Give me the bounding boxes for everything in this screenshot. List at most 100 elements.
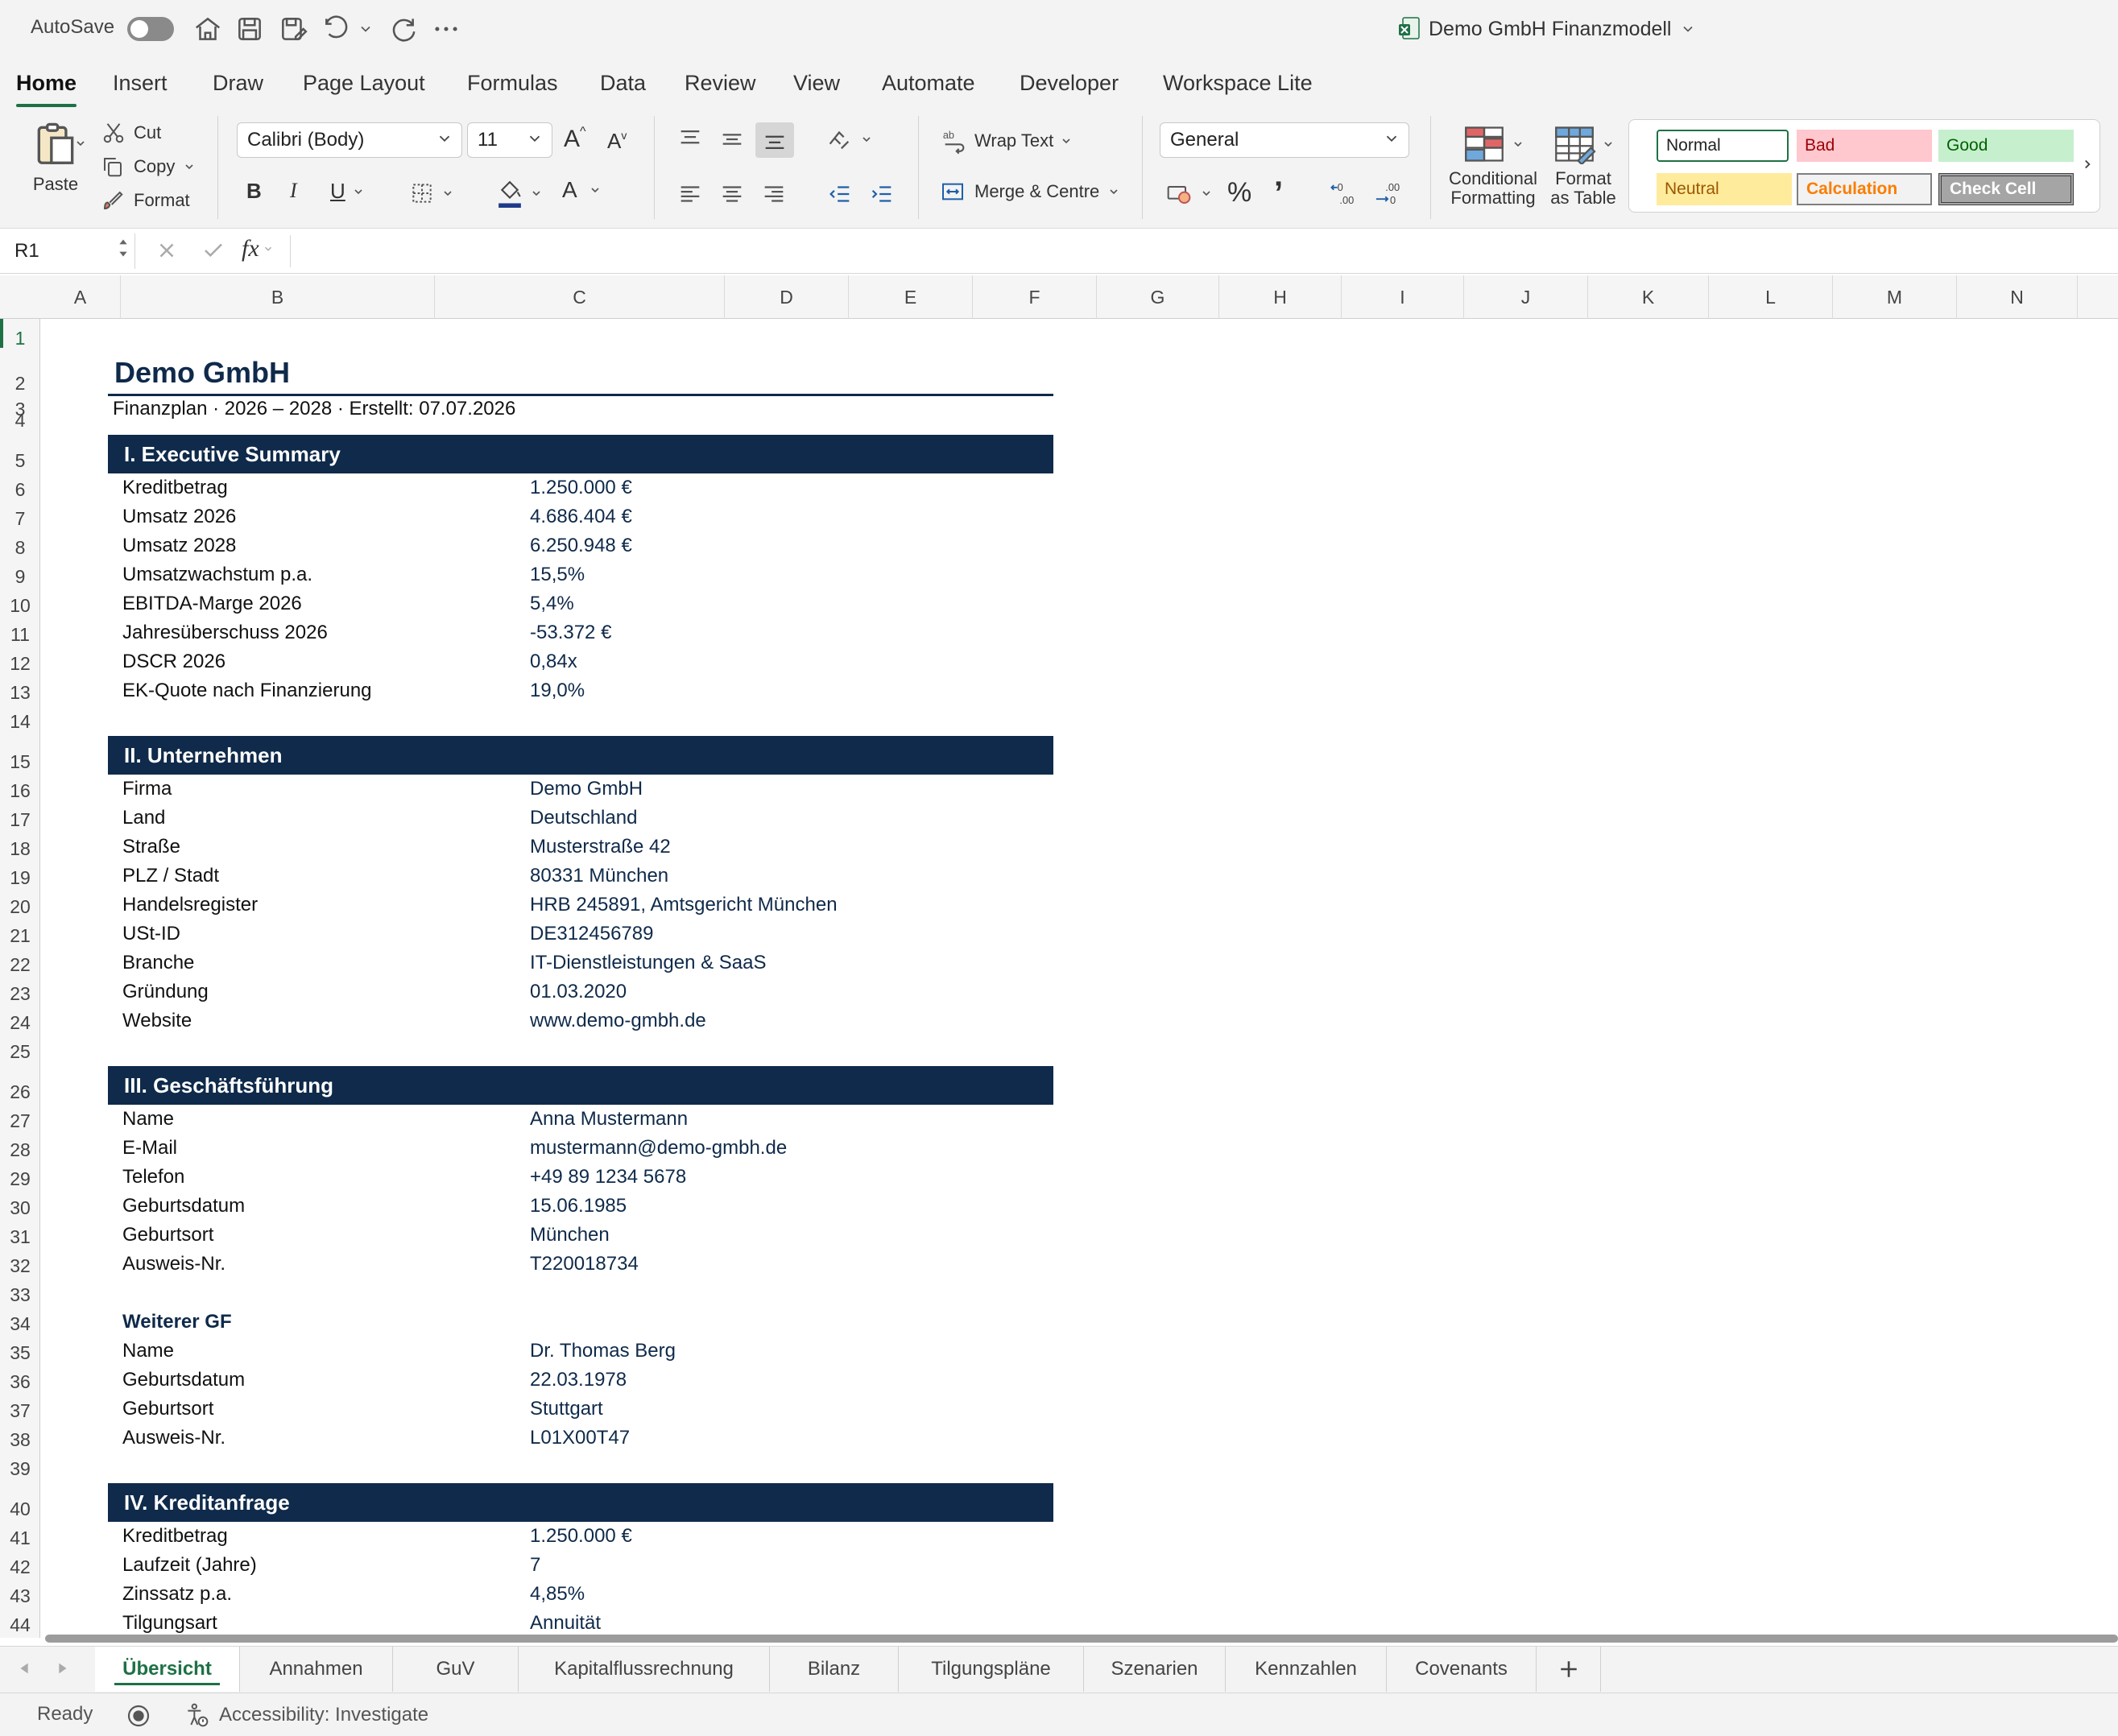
column-header[interactable]: F xyxy=(973,275,1097,319)
column-header[interactable]: N xyxy=(1957,275,2078,319)
row-label[interactable]: Straße xyxy=(122,833,428,862)
align-bottom-button[interactable] xyxy=(755,122,794,158)
row-label[interactable]: USt-ID xyxy=(122,920,428,949)
row-label[interactable]: Laufzeit (Jahre) xyxy=(122,1551,428,1580)
section-header[interactable]: I. Executive Summary xyxy=(108,435,1053,473)
sheet-tab-kennzahlen[interactable]: Kennzahlen xyxy=(1226,1647,1387,1692)
row-label[interactable]: Ausweis-Nr. xyxy=(122,1250,428,1279)
row-header[interactable]: 41 xyxy=(0,1522,40,1551)
row-value[interactable]: www.demo-gmbh.de xyxy=(530,1006,1045,1035)
row-header[interactable]: 6 xyxy=(0,473,40,502)
tab-developer[interactable]: Developer xyxy=(1020,71,1119,96)
row-header[interactable]: 44 xyxy=(0,1609,40,1638)
row-header[interactable]: 39 xyxy=(0,1453,40,1482)
tab-review[interactable]: Review xyxy=(685,71,756,96)
row-value[interactable]: 19,0% xyxy=(530,676,1045,705)
paste-button[interactable]: Paste xyxy=(19,119,92,208)
underline-button[interactable]: U xyxy=(330,179,365,204)
tab-data[interactable]: Data xyxy=(600,71,646,96)
grow-font-button[interactable]: A ^ xyxy=(564,125,586,153)
align-top-button[interactable] xyxy=(676,126,704,153)
sub-section-heading[interactable]: Weiterer GF xyxy=(122,1308,428,1337)
increase-indent-button[interactable] xyxy=(868,180,896,208)
row-header[interactable]: 15 xyxy=(0,734,40,775)
undo-dropdown-chevron-icon[interactable] xyxy=(356,11,375,47)
row-value[interactable]: 80331 München xyxy=(530,862,1045,891)
row-label[interactable]: Umsatzwachstum p.a. xyxy=(122,560,428,589)
row-label[interactable]: Geburtsort xyxy=(122,1221,428,1250)
row-header[interactable]: 20 xyxy=(0,891,40,920)
font-size-select[interactable]: 11 xyxy=(467,122,552,158)
row-value[interactable]: Demo GmbH xyxy=(530,775,1045,804)
cut-button[interactable]: Cut xyxy=(101,121,161,145)
row-header[interactable]: 8 xyxy=(0,531,40,560)
row-header[interactable]: 28 xyxy=(0,1134,40,1163)
tab-view[interactable]: View xyxy=(793,71,840,96)
column-header[interactable]: L xyxy=(1709,275,1833,319)
column-header[interactable]: I xyxy=(1342,275,1464,319)
row-label[interactable]: Firma xyxy=(122,775,428,804)
document-title[interactable]: Demo GmbH Finanzmodell xyxy=(1398,14,1696,43)
row-header[interactable]: 34 xyxy=(0,1308,40,1337)
row-label[interactable]: EK-Quote nach Finanzierung xyxy=(122,676,428,705)
style-calculation[interactable]: Calculation xyxy=(1797,173,1932,205)
row-header[interactable]: 21 xyxy=(0,920,40,949)
sheet-tab-szenarien[interactable]: Szenarien xyxy=(1084,1647,1226,1692)
tab-page-layout[interactable]: Page Layout xyxy=(303,71,425,96)
sheet-subtitle[interactable]: Finanzplan · 2026 – 2028 · Erstellt: 07.… xyxy=(113,396,918,422)
align-center-button[interactable] xyxy=(718,180,746,208)
row-label[interactable]: Geburtsdatum xyxy=(122,1366,428,1395)
style-normal[interactable]: Normal xyxy=(1657,130,1789,162)
column-header[interactable]: B xyxy=(121,275,435,319)
styles-more-chevron-icon[interactable] xyxy=(2080,155,2095,173)
row-value[interactable]: 22.03.1978 xyxy=(530,1366,1045,1395)
redo-icon[interactable] xyxy=(385,11,420,47)
row-label[interactable]: Name xyxy=(122,1337,428,1366)
section-header[interactable]: II. Unternehmen xyxy=(108,736,1053,775)
previous-sheet-button[interactable] xyxy=(16,1660,34,1677)
row-label[interactable]: Umsatz 2028 xyxy=(122,531,428,560)
tab-formulas[interactable]: Formulas xyxy=(467,71,558,96)
row-header[interactable]: 43 xyxy=(0,1580,40,1609)
section-header[interactable]: IV. Kreditanfrage xyxy=(108,1483,1053,1522)
row-header[interactable]: 40 xyxy=(0,1482,40,1522)
row-value[interactable]: 7 xyxy=(530,1551,1045,1580)
section-header[interactable]: III. Geschäftsführung xyxy=(108,1066,1053,1105)
row-header[interactable]: 25 xyxy=(0,1035,40,1064)
row-label[interactable]: Kreditbetrag xyxy=(122,1522,428,1551)
sheet-tab-uebersicht[interactable]: Übersicht xyxy=(95,1647,240,1692)
row-label[interactable]: Umsatz 2026 xyxy=(122,502,428,531)
row-header[interactable]: 17 xyxy=(0,804,40,833)
row-header[interactable]: 9 xyxy=(0,560,40,589)
row-header[interactable]: 10 xyxy=(0,589,40,618)
tab-insert[interactable]: Insert xyxy=(113,71,168,96)
row-header[interactable]: 12 xyxy=(0,647,40,676)
italic-button[interactable]: I xyxy=(290,179,297,203)
row-header[interactable]: 36 xyxy=(0,1366,40,1395)
scrollbar-thumb[interactable] xyxy=(45,1635,2118,1643)
row-header[interactable]: 22 xyxy=(0,949,40,978)
row-value[interactable]: L01X00T47 xyxy=(530,1424,1045,1453)
sheet-tab-covenants[interactable]: Covenants xyxy=(1387,1647,1537,1692)
paste-dropdown-chevron-icon[interactable] xyxy=(74,137,87,150)
row-header[interactable]: 42 xyxy=(0,1551,40,1580)
name-box-stepper[interactable] xyxy=(118,237,129,259)
row-value[interactable]: 1.250.000 € xyxy=(530,1522,1045,1551)
shrink-font-button[interactable]: Av xyxy=(607,129,627,154)
sheet-tab-bilanz[interactable]: Bilanz xyxy=(770,1647,899,1692)
increase-decimal-button[interactable]: 0.00 xyxy=(1330,179,1363,208)
row-header[interactable]: 35 xyxy=(0,1337,40,1366)
row-header[interactable]: 24 xyxy=(0,1006,40,1035)
row-label[interactable]: Website xyxy=(122,1006,428,1035)
next-sheet-button[interactable] xyxy=(53,1660,71,1677)
wrap-text-button[interactable]: ab Wrap Text xyxy=(941,127,1073,155)
save-as-icon[interactable] xyxy=(275,11,311,47)
row-value[interactable]: DE312456789 xyxy=(530,920,1045,949)
row-value[interactable]: +49 89 1234 5678 xyxy=(530,1163,1045,1192)
font-color-button[interactable]: A xyxy=(562,177,602,203)
home-icon[interactable] xyxy=(190,11,225,47)
style-good[interactable]: Good xyxy=(1938,130,2074,162)
row-label[interactable]: Geburtsort xyxy=(122,1395,428,1424)
name-box[interactable]: R1 xyxy=(0,234,135,269)
save-icon[interactable] xyxy=(232,11,267,47)
